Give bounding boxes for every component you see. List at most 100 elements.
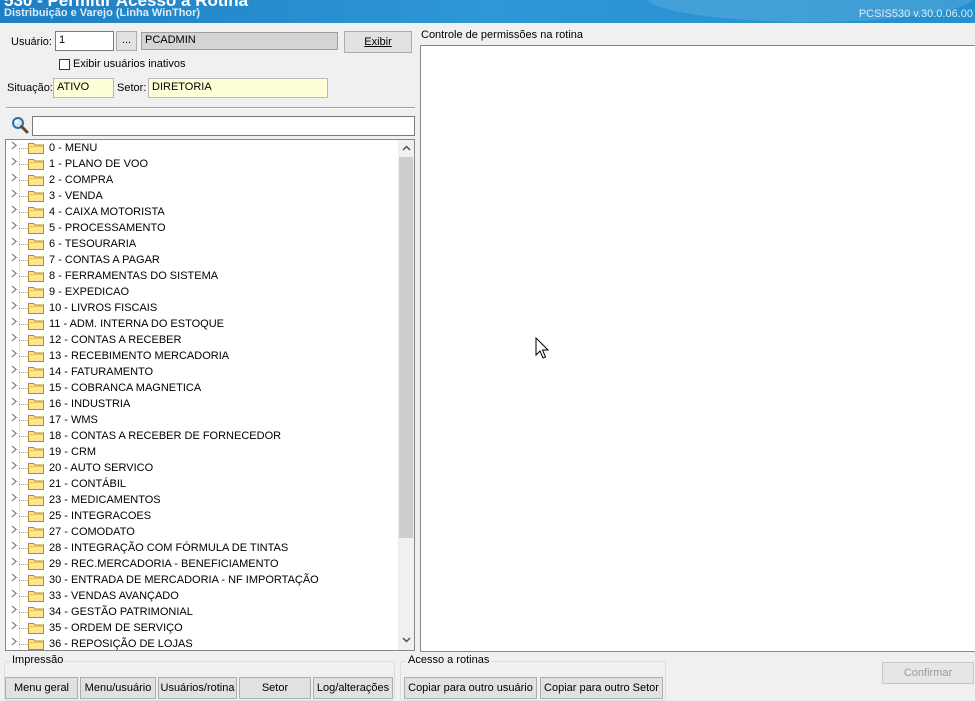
user-code-input[interactable]: 1 (55, 31, 114, 51)
scroll-down-icon[interactable] (398, 633, 414, 649)
tree-connector (19, 500, 28, 501)
tree-item-label: 11 - ADM. INTERNA DO ESTOQUE (49, 318, 225, 330)
folder-icon (28, 574, 44, 586)
confirm-button[interactable]: Confirmar (882, 662, 974, 684)
tree-connector (19, 468, 28, 469)
folder-icon (28, 350, 44, 362)
tree-connector (19, 260, 28, 261)
routine-tree[interactable]: 0 - MENU 1 - PLANO DE VOO 2 - COMPRA 3 - VE… (5, 139, 415, 651)
tree-item-label: 0 - MENU (49, 142, 98, 154)
permissions-title: Controle de permissões na rotina (421, 29, 584, 41)
tree-item[interactable]: 33 - VENDAS AVANÇADO (6, 588, 399, 604)
tree-connector (19, 148, 28, 149)
tree-item[interactable]: 15 - COBRANCA MAGNETICA (6, 380, 399, 396)
tree-connector (19, 292, 28, 293)
tree-item-label: 20 - AUTO SERVICO (49, 462, 154, 474)
tree-scrollbar[interactable] (398, 140, 414, 650)
tree-item[interactable]: 29 - REC.MERCADORIA - BENEFICIAMENTO (6, 556, 399, 572)
tree-item-label: 5 - PROCESSAMENTO (49, 222, 166, 234)
tree-connector (19, 612, 28, 613)
permissions-panel[interactable] (420, 45, 975, 652)
tree-item[interactable]: 11 - ADM. INTERNA DO ESTOQUE (6, 316, 399, 332)
tree-connector (19, 596, 28, 597)
tree-item[interactable]: 0 - MENU (6, 140, 399, 156)
folder-icon (28, 542, 44, 554)
folder-icon (28, 142, 44, 154)
tree-item[interactable]: 27 - COMODATO (6, 524, 399, 540)
tree-item[interactable]: 7 - CONTAS A PAGAR (6, 252, 399, 268)
tree-item[interactable]: 2 - COMPRA (6, 172, 399, 188)
tree-connector (19, 276, 28, 277)
tree-item[interactable]: 8 - FERRAMENTAS DO SISTEMA (6, 268, 399, 284)
scroll-thumb[interactable] (399, 157, 413, 538)
tree-item-label: 10 - LIVROS FISCAIS (49, 302, 158, 314)
search-icon (11, 116, 29, 134)
tree-item-label: 12 - CONTAS A RECEBER (49, 334, 182, 346)
tree-item[interactable]: 4 - CAIXA MOTORISTA (6, 204, 399, 220)
folder-icon (28, 446, 44, 458)
print-group-title: Impressão (10, 654, 66, 666)
sector-field: DIRETORIA (148, 78, 328, 98)
tree-item[interactable]: 12 - CONTAS A RECEBER (6, 332, 399, 348)
tree-connector (19, 308, 28, 309)
sector-label: Setor: (117, 82, 147, 94)
tree-item-label: 15 - COBRANCA MAGNETICA (49, 382, 202, 394)
tree-item-label: 4 - CAIXA MOTORISTA (49, 206, 165, 218)
tree-connector (19, 420, 28, 421)
tree-item[interactable]: 10 - LIVROS FISCAIS (6, 300, 399, 316)
copy-to-user-button[interactable]: Copiar para outro usuário (404, 677, 537, 699)
user-browse-button[interactable]: ... (116, 31, 137, 51)
tree-item[interactable]: 1 - PLANO DE VOO (6, 156, 399, 172)
print-sector-button[interactable]: Setor (239, 677, 311, 699)
tree-item[interactable]: 5 - PROCESSAMENTO (6, 220, 399, 236)
tree-item-label: 27 - COMODATO (49, 526, 135, 538)
show-inactive-label[interactable]: Exibir usuários inativos (73, 58, 186, 70)
tree-item[interactable]: 20 - AUTO SERVICO (6, 460, 399, 476)
tree-item[interactable]: 13 - RECEBIMENTO MERCADORIA (6, 348, 399, 364)
tree-connector (19, 324, 28, 325)
tree-item[interactable]: 6 - TESOURARIA (6, 236, 399, 252)
tree-item-label: 14 - FATURAMENTO (49, 366, 154, 378)
print-log-changes-button[interactable]: Log/alterações (313, 677, 393, 699)
tree-connector (19, 180, 28, 181)
search-input[interactable] (32, 116, 415, 136)
print-menu-general-button[interactable]: Menu geral (5, 677, 78, 699)
tree-item[interactable]: 28 - INTEGRAÇÃO COM FÓRMULA DE TINTAS (6, 540, 399, 556)
folder-icon (28, 382, 44, 394)
tree-connector (19, 484, 28, 485)
print-menu-user-button[interactable]: Menu/usuário (80, 677, 156, 699)
tree-item[interactable]: 19 - CRM (6, 444, 399, 460)
show-inactive-checkbox[interactable] (59, 59, 70, 70)
tree-item[interactable]: 18 - CONTAS A RECEBER DE FORNECEDOR (6, 428, 399, 444)
show-button[interactable]: Exibir (344, 31, 412, 53)
tree-item[interactable]: 9 - EXPEDICAO (6, 284, 399, 300)
folder-icon (28, 190, 44, 202)
tree-item[interactable]: 34 - GESTÃO PATRIMONIAL (6, 604, 399, 620)
tree-item[interactable]: 16 - INDUSTRIA (6, 396, 399, 412)
tree-item-label: 36 - REPOSIÇÃO DE LOJAS (49, 638, 193, 650)
tree-item[interactable]: 17 - WMS (6, 412, 399, 428)
tree-item[interactable]: 14 - FATURAMENTO (6, 364, 399, 380)
scroll-up-icon[interactable] (398, 141, 414, 157)
tree-connector (19, 644, 28, 645)
folder-icon (28, 622, 44, 634)
tree-item[interactable]: 35 - ORDEM DE SERVIÇO (6, 620, 399, 636)
mouse-cursor-icon (535, 336, 550, 364)
tree-connector (19, 228, 28, 229)
folder-icon (28, 302, 44, 314)
tree-item-label: 16 - INDUSTRIA (49, 398, 131, 410)
tree-item[interactable]: 25 - INTEGRACOES (6, 508, 399, 524)
tree-item[interactable]: 23 - MEDICAMENTOS (6, 492, 399, 508)
tree-item[interactable]: 36 - REPOSIÇÃO DE LOJAS (6, 636, 399, 650)
tree-item-label: 2 - COMPRA (49, 174, 114, 186)
tree-connector (19, 628, 28, 629)
tree-item-label: 19 - CRM (49, 446, 97, 458)
tree-item[interactable]: 21 - CONTÁBIL (6, 476, 399, 492)
tree-item-label: 9 - EXPEDICAO (49, 286, 130, 298)
folder-icon (28, 222, 44, 234)
print-users-routine-button[interactable]: Usuários/rotina (158, 677, 237, 699)
tree-item[interactable]: 30 - ENTRADA DE MERCADORIA - NF IMPORTAÇ… (6, 572, 399, 588)
tree-item[interactable]: 3 - VENDA (6, 188, 399, 204)
copy-to-sector-button[interactable]: Copiar para outro Setor (540, 677, 663, 699)
folder-icon (28, 478, 44, 490)
